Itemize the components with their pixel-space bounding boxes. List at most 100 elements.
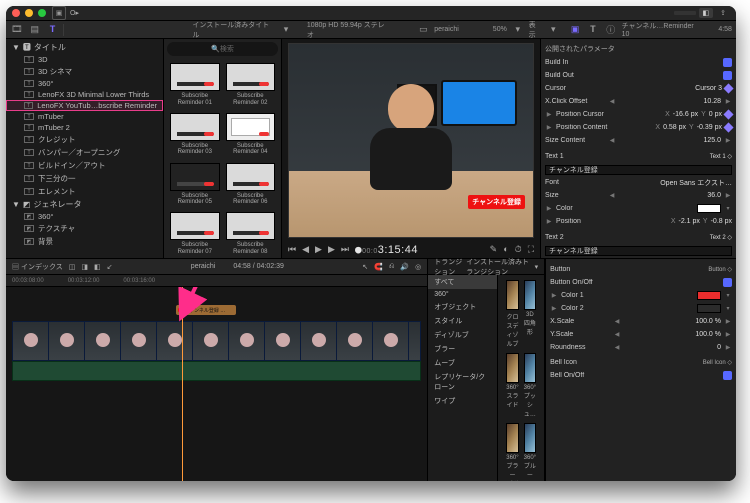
keyframe-icon[interactable] — [724, 123, 734, 133]
keyframe-icon[interactable] — [724, 84, 734, 94]
button-on-checkbox[interactable] — [723, 278, 732, 287]
disclosure-icon[interactable]: ▶ — [545, 111, 553, 118]
color-icon[interactable]: ◐ — [503, 244, 508, 254]
view-menu-label[interactable]: 表示 — [529, 20, 543, 40]
go-start-icon[interactable]: ⏮ — [288, 244, 296, 255]
clip-overwrite-icon[interactable]: ◧ — [94, 263, 101, 271]
cat-item[interactable]: ディゾルブ — [428, 328, 497, 342]
title-cell[interactable]: Subscribe Reminder 07 — [170, 212, 220, 256]
browser-mode-label[interactable]: インストール済みタイトル — [192, 20, 275, 40]
text1-value-field[interactable]: チャンネル登録 — [545, 165, 732, 175]
zoom-dropdown-icon[interactable]: ▾ — [511, 23, 525, 37]
primary-video-clip[interactable] — [12, 321, 421, 361]
tree-item-credits[interactable]: Tクレジット — [6, 133, 163, 146]
disclosure-icon[interactable]: ▶ — [545, 205, 553, 212]
generators-folder-header[interactable]: ▼ ◩ジェネレータ — [6, 198, 163, 211]
transition-cell[interactable]: 360° プッシュ… — [524, 353, 536, 418]
disclosure-icon[interactable]: ▶ — [550, 292, 558, 299]
transition-cell[interactable]: クロスディゾルブ — [506, 280, 518, 348]
title-cell[interactable]: Subscribe Reminder 02 — [226, 63, 276, 107]
view-dropdown-icon[interactable]: ▾ — [546, 23, 560, 37]
cursor-select[interactable]: Cursor 3 — [608, 85, 722, 92]
minimize-window-button[interactable] — [25, 9, 33, 17]
inspector-video-tab-icon[interactable]: ▣ — [568, 23, 582, 37]
cat-item[interactable]: 360° — [428, 289, 497, 300]
xscale-field[interactable]: 100.0 % — [624, 318, 721, 325]
transition-cell[interactable]: 360° ブラー（ガウス） — [506, 423, 518, 481]
fullscreen-icon[interactable]: ⛶ — [528, 244, 534, 255]
tree-item-buildin[interactable]: Tビルドイン／アウト — [6, 159, 163, 172]
prev-frame-icon[interactable]: ◀ — [302, 244, 309, 255]
arrow-tool-icon[interactable]: ↙ — [107, 263, 113, 271]
next-frame-icon[interactable]: ▶ — [328, 244, 335, 255]
titles-browser-icon[interactable]: 𝐓 — [46, 23, 60, 37]
tree-item-mtuber[interactable]: TmTuber — [6, 111, 163, 122]
go-end-icon[interactable]: ⏭ — [341, 244, 349, 255]
timecode-display[interactable]: ●00:03:15:44 — [355, 243, 418, 256]
snapping-icon[interactable]: 🧲 — [374, 263, 383, 271]
search-input[interactable]: 🔍 検索 — [167, 42, 278, 56]
title-cell[interactable]: Subscribe Reminder 01 — [170, 63, 220, 107]
cat-item[interactable]: オブジェクト — [428, 300, 497, 314]
disclosure-icon[interactable]: ▶ — [545, 124, 553, 131]
transition-cell[interactable]: 360° スライド — [506, 353, 518, 418]
skimming-icon[interactable]: ⎌ — [389, 263, 395, 271]
viewer-zoom[interactable]: 50% — [493, 26, 507, 33]
index-button[interactable]: ▤ インデックス — [12, 262, 63, 272]
text2-value-field[interactable]: チャンネル登録 — [545, 246, 732, 256]
buildin-checkbox[interactable] — [723, 58, 732, 67]
tree-item-lenofx-lowerthirds[interactable]: TLenoFX 3D Minimal Lower Thirds — [6, 89, 163, 100]
titles-folder-header[interactable]: ▼ 🆃タイトル — [6, 41, 163, 54]
title-cell[interactable]: Subscribe Reminder 03 — [170, 113, 220, 157]
inspector-title-tab-icon[interactable]: 𝐓 — [586, 23, 600, 37]
tree-item-360[interactable]: T360° — [6, 78, 163, 89]
tool-select-icon[interactable]: ↖ — [362, 263, 368, 271]
tree-item-bumper[interactable]: Tバンパー／オープニング — [6, 146, 163, 159]
cat-item[interactable]: スタイル — [428, 314, 497, 328]
tree-item-3d-cinema[interactable]: T3D シネマ — [6, 65, 163, 78]
close-window-button[interactable] — [12, 9, 20, 17]
timeline-ruler[interactable]: 00:03:08:00 00:03:12:00 00:03:16:00 — [6, 275, 427, 287]
photos-library-icon[interactable]: ▤ — [28, 23, 42, 37]
tree-item-lowerthird[interactable]: T下三分の一 — [6, 172, 163, 185]
roundness-field[interactable]: 0 — [624, 344, 721, 351]
gen-item-360[interactable]: ◩360° — [6, 211, 163, 222]
primary-audio-clip[interactable] — [12, 361, 421, 381]
inspector-info-tab-icon[interactable]: ⓘ — [604, 23, 618, 37]
share-icon[interactable]: ⇪ — [716, 9, 730, 17]
viewer-canvas[interactable]: チャンネル登録 — [288, 43, 534, 238]
xclick-field[interactable]: 10.28 — [619, 98, 721, 105]
title-clip[interactable]: チャンネル登録 … — [176, 305, 236, 315]
audio-skim-icon[interactable]: 🔊 — [400, 263, 409, 271]
background-tasks-button[interactable]: ◧ — [699, 8, 714, 18]
font1-select[interactable]: Open Sans エクスト… — [608, 178, 732, 188]
cat-item[interactable]: レプリケータ/クローン — [428, 370, 497, 394]
transition-cell[interactable]: 360° ブルーム… — [524, 423, 536, 481]
cat-item[interactable]: ムーブ — [428, 356, 497, 370]
clip-insert-icon[interactable]: ◨ — [81, 263, 88, 271]
play-icon[interactable]: ▶ — [315, 244, 322, 255]
clip-append-icon[interactable]: ◫ — [69, 263, 76, 271]
browser-dropdown-icon[interactable]: ▾ — [279, 23, 293, 37]
tools-icon[interactable]: ✎ — [490, 244, 498, 255]
sizecontent-field[interactable]: 125.0 — [619, 137, 721, 144]
title-cell[interactable]: Subscribe Reminder 06 — [226, 163, 276, 207]
gen-item-background[interactable]: ◩背景 — [6, 235, 163, 248]
size1-field[interactable]: 36.0 — [619, 192, 721, 199]
disclosure-icon[interactable]: ▶ — [550, 305, 558, 312]
tree-item-elements[interactable]: Tエレメント — [6, 185, 163, 198]
retime-icon[interactable]: ⏱ — [515, 244, 522, 255]
cat-all[interactable]: すべて — [428, 275, 497, 289]
library-toggle-icon[interactable]: ▣ — [52, 6, 66, 20]
cat-item[interactable]: ワイプ — [428, 394, 497, 408]
solo-icon[interactable]: ◎ — [415, 263, 421, 271]
media-library-icon[interactable]: 🎞 — [10, 23, 24, 37]
playhead[interactable] — [182, 287, 183, 481]
bell-on-checkbox[interactable] — [723, 371, 732, 380]
transition-cell[interactable]: 3D 四角形 — [524, 280, 536, 348]
button-color2-swatch[interactable] — [697, 304, 721, 313]
cat-item[interactable]: ブラー — [428, 342, 497, 356]
tree-item-3d[interactable]: T3D — [6, 54, 163, 65]
button-color1-swatch[interactable] — [697, 291, 721, 300]
tree-item-mtuber2[interactable]: TmTuber 2 — [6, 122, 163, 133]
